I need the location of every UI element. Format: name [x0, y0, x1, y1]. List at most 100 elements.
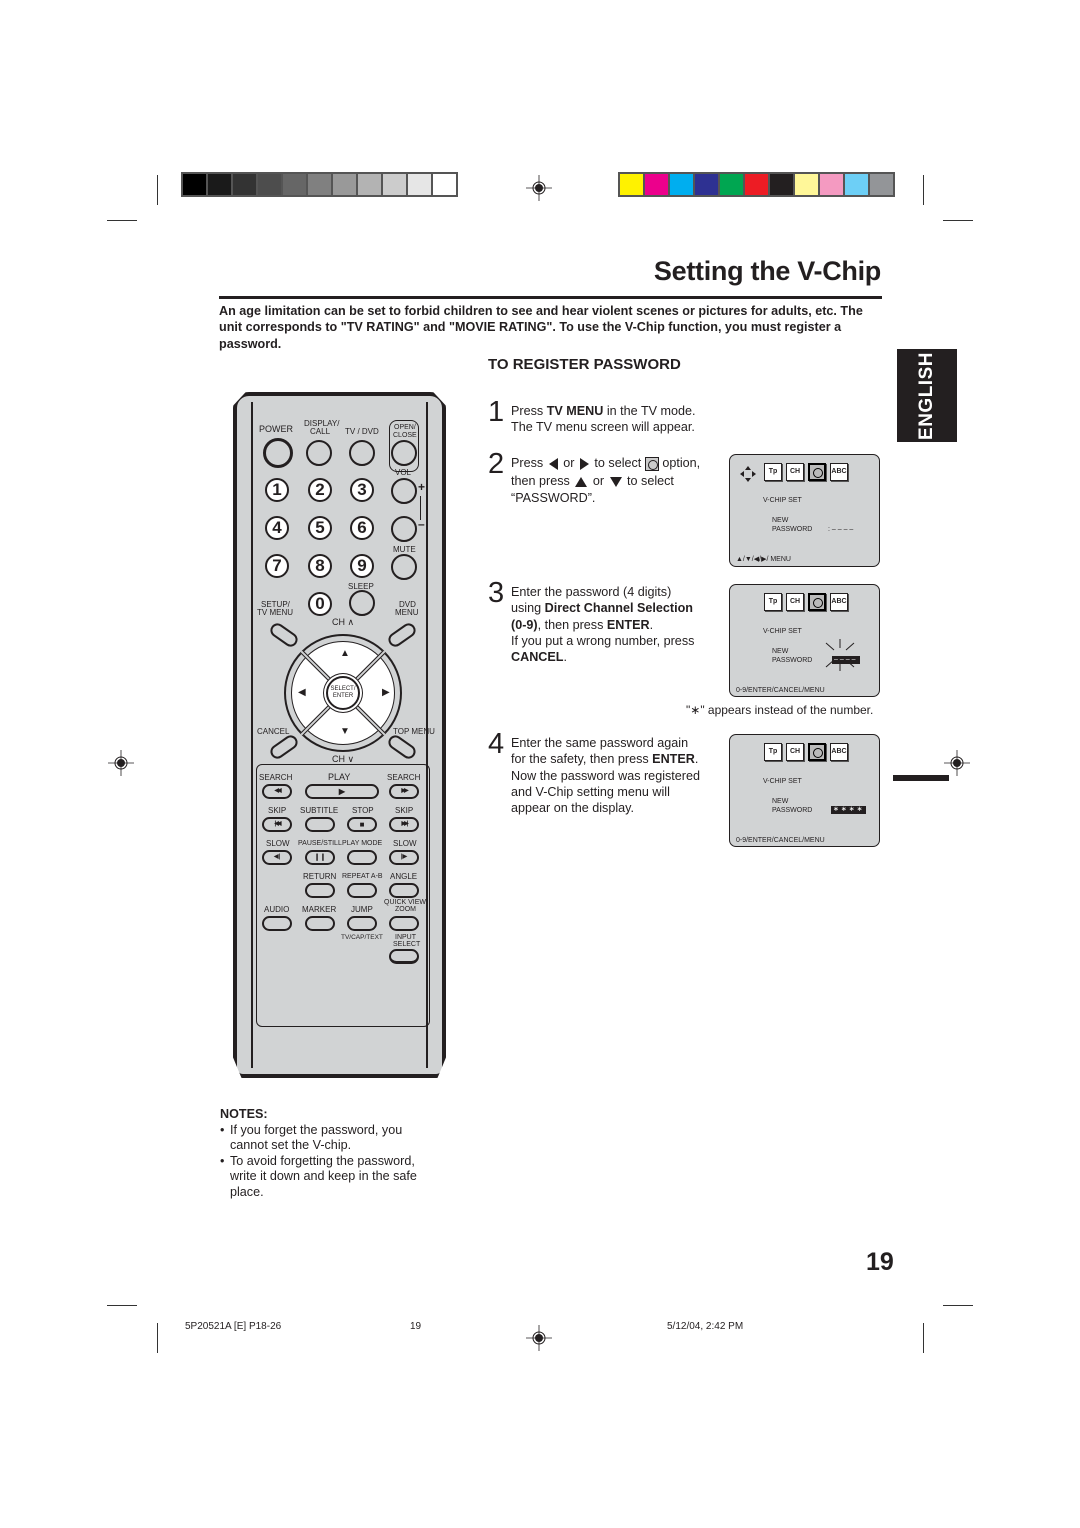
quick-view-zoom-button[interactable]: [389, 916, 419, 931]
gray-swatch: [208, 174, 231, 195]
marker-button[interactable]: [305, 916, 335, 931]
subtitle-button[interactable]: [305, 817, 335, 832]
title-rule: [219, 296, 882, 299]
left-button[interactable]: ◀: [298, 687, 312, 698]
slow-back-button[interactable]: ◀|: [262, 850, 292, 865]
crop-mark: [943, 1305, 973, 1306]
select-enter-button[interactable]: SELECT/ ENTER: [326, 676, 360, 710]
setup-tv-menu-button[interactable]: [267, 620, 301, 650]
navigation-pad: ▲ ▼ ◀ ▶ SELECT/ ENTER: [284, 634, 402, 752]
up-arrow-icon: [575, 476, 588, 487]
volume-down-button[interactable]: [391, 516, 417, 542]
gray-swatch: [408, 174, 431, 195]
display-call-button[interactable]: [306, 440, 332, 466]
input-select-button[interactable]: [389, 949, 419, 964]
footer-sheet: 19: [410, 1321, 422, 1332]
digit-8-button[interactable]: 8: [308, 554, 332, 578]
gray-swatch: [183, 174, 206, 195]
gray-swatch: [383, 174, 406, 195]
crop-mark: [157, 175, 158, 205]
gray-swatch: [283, 174, 306, 195]
crop-mark: [107, 1305, 137, 1306]
digit-4-button[interactable]: 4: [265, 516, 289, 540]
tv-screen-step-3: Tp CH ABC V-CHIP SET NEW PASSWORD –––– 0…: [729, 584, 880, 697]
blinking-indicator-icon: [825, 639, 855, 671]
search-forward-button[interactable]: ▶▶: [389, 784, 419, 799]
color-swatch: [870, 174, 893, 195]
audio-button[interactable]: [262, 916, 292, 931]
stop-button[interactable]: ■: [347, 817, 377, 832]
asterisk-note: "∗" appears instead of the number.: [686, 703, 874, 717]
cancel-button[interactable]: [267, 732, 301, 762]
picture-menu-icon: Tp: [764, 743, 782, 761]
right-button[interactable]: ▶: [382, 687, 396, 698]
play-mode-button[interactable]: [347, 850, 377, 865]
digit-5-button[interactable]: 5: [308, 516, 332, 540]
nav-hint: 0-9/ENTER/CANCEL/MENU: [736, 837, 825, 844]
nav-hint: 0-9/ENTER/CANCEL/MENU: [736, 687, 825, 694]
tv-screen-step-2: Tp CH ABC V-CHIP SET NEW PASSWORD : – – …: [729, 454, 880, 567]
skip-forward-button[interactable]: ▶▶|: [389, 817, 419, 832]
search-back-button[interactable]: ◀◀: [262, 784, 292, 799]
tv-dvd-button[interactable]: [349, 440, 375, 466]
sleep-button[interactable]: [349, 590, 375, 616]
step-1-line-1: Press TV MENU in the TV mode.: [511, 404, 696, 418]
channel-menu-icon: CH: [786, 463, 804, 481]
footer-doc-code: 5P20521A [E] P18-26: [185, 1321, 282, 1332]
repeat-ab-button[interactable]: [347, 883, 377, 898]
step-1-line-2: The TV menu screen will appear.: [511, 420, 695, 435]
down-button[interactable]: ▼: [335, 726, 355, 737]
v-chip-menu-icon: [808, 593, 826, 611]
registration-mark-icon: [944, 750, 970, 776]
digit-0-button[interactable]: 0: [308, 592, 332, 616]
skip-back-button[interactable]: |◀◀: [262, 817, 292, 832]
volume-up-button[interactable]: [391, 478, 417, 504]
digit-1-button[interactable]: 1: [265, 478, 289, 502]
down-arrow-icon: [609, 476, 622, 487]
screen-heading: V-CHIP SET: [763, 778, 802, 785]
page-title: Setting the V-Chip: [653, 256, 881, 286]
digit-6-button[interactable]: 6: [350, 516, 374, 540]
color-swatch: [645, 174, 668, 195]
top-menu-button[interactable]: [385, 732, 419, 762]
play-button[interactable]: ▶: [305, 784, 379, 799]
password-value: : – – – –: [828, 526, 854, 533]
navigation-arrows-icon: [740, 466, 756, 482]
digit-9-button[interactable]: 9: [350, 554, 374, 578]
field-label-password: PASSWORD: [772, 526, 813, 533]
dvd-menu-button[interactable]: [385, 620, 419, 650]
caption-menu-icon: ABC: [830, 463, 848, 481]
crop-mark: [943, 220, 973, 221]
angle-button[interactable]: [389, 883, 419, 898]
crop-mark: [157, 1323, 158, 1353]
color-swatch: [620, 174, 643, 195]
password-entry-field: ∗∗∗∗: [831, 806, 867, 814]
mute-button[interactable]: [391, 554, 417, 580]
digit-3-button[interactable]: 3: [350, 478, 374, 502]
step-number: 1: [488, 396, 505, 428]
up-button[interactable]: ▲: [335, 648, 355, 659]
digit-2-button[interactable]: 2: [308, 478, 332, 502]
field-label-new: NEW: [772, 648, 789, 655]
jump-button[interactable]: [347, 916, 377, 931]
gray-swatch: [433, 174, 456, 195]
slow-forward-button[interactable]: |▶: [389, 850, 419, 865]
page-number: 19: [866, 1248, 894, 1276]
note-item: To avoid forgetting the password, write …: [220, 1154, 440, 1201]
language-tab: ENGLISH: [897, 349, 957, 442]
color-swatch: [670, 174, 693, 195]
v-chip-menu-icon: [808, 463, 826, 481]
open-close-button[interactable]: [391, 440, 417, 466]
screen-heading: V-CHIP SET: [763, 628, 802, 635]
return-button[interactable]: [305, 883, 335, 898]
password-entry-field: ––––: [832, 656, 860, 664]
power-button[interactable]: [263, 438, 293, 468]
pause-still-button[interactable]: ❙❙: [305, 850, 335, 865]
power-label: POWER: [259, 424, 294, 434]
intro-paragraph: An age limitation can be set to forbid c…: [219, 304, 863, 351]
section-marker-bar: [893, 775, 949, 781]
digit-7-button[interactable]: 7: [265, 554, 289, 578]
gray-swatch: [258, 174, 281, 195]
field-label-new: NEW: [772, 798, 789, 805]
gray-swatch: [333, 174, 356, 195]
